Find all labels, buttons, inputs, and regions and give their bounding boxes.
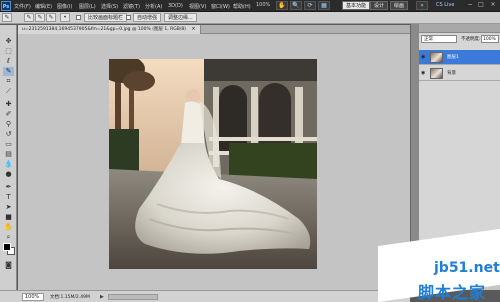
zoom-tool-icon[interactable]: ⌕: [3, 233, 14, 242]
document-tab[interactable]: u=2312591384,1694537905&fm=21&gp=0.jpg @…: [18, 25, 201, 34]
lasso-tool-icon[interactable]: ℓ: [3, 57, 14, 66]
more-workspaces-icon[interactable]: »: [416, 1, 428, 10]
bride-photo-illustration: [109, 59, 317, 269]
refine-edge-button[interactable]: 调整边缘...: [164, 13, 197, 22]
layers-panel-header: [419, 24, 500, 33]
pen-tool-icon[interactable]: ✒: [3, 183, 14, 192]
layer-row-layer1[interactable]: ◉ 图层1: [419, 50, 500, 65]
sample-all-layers-checkbox[interactable]: [76, 15, 81, 20]
options-bar: ✎ ✎ ✎ ✎ • 比较画面标题栏 自动增强 调整边缘...: [0, 12, 500, 24]
arrange-documents-icon[interactable]: ▦: [318, 1, 330, 10]
crop-tool-icon[interactable]: ⌗: [3, 77, 14, 86]
healing-brush-tool-icon[interactable]: ✚: [3, 100, 14, 109]
toolbox: ✥ ⬚ ℓ ✎ ⌗ ⟋ ✚ ✐ ⚲ ↺ ▭ ▤ 💧 ● ✒ T ➤ ■ ✋ ⌕ …: [0, 25, 17, 290]
minimize-icon[interactable]: −: [466, 1, 474, 9]
close-tab-icon[interactable]: ×: [191, 26, 195, 32]
status-menu-arrow-icon[interactable]: ▶: [100, 294, 104, 300]
menu-layer[interactable]: 图层(L): [79, 3, 96, 10]
status-bar: 100% 文档:1.15M/2.49M ▶: [0, 290, 410, 302]
subtract-selection-icon[interactable]: ✎: [46, 13, 56, 22]
menu-analysis[interactable]: 分析(A): [145, 3, 162, 10]
opacity-label: 不透明度:: [461, 37, 481, 42]
dodge-tool-icon[interactable]: ●: [3, 170, 14, 179]
layer-thumbnail: [430, 68, 443, 79]
horizontal-scrollbar[interactable]: [108, 294, 158, 300]
watermark-name: 脚本之家: [418, 283, 487, 302]
sample-all-layers-button[interactable]: 比较画面标题栏: [84, 13, 128, 22]
gradient-tool-icon[interactable]: ▤: [3, 150, 14, 159]
photoshop-logo: Ps: [1, 1, 11, 11]
path-selection-tool-icon[interactable]: ➤: [3, 203, 14, 212]
document-size: 文档:1.15M/2.49M: [50, 295, 90, 300]
maximize-icon[interactable]: □: [477, 1, 485, 9]
layer-thumbnail: [430, 52, 443, 63]
layer-row-background[interactable]: ◉ 背景: [419, 66, 500, 81]
clone-stamp-tool-icon[interactable]: ⚲: [3, 120, 14, 129]
zoom-level[interactable]: 100%: [256, 2, 270, 8]
close-icon[interactable]: ×: [489, 1, 497, 9]
watermark-site: jb51.net: [434, 260, 500, 276]
history-brush-tool-icon[interactable]: ↺: [3, 130, 14, 139]
zoom-tool-icon[interactable]: 🔍: [290, 1, 302, 10]
blend-mode-select[interactable]: 正常: [421, 35, 457, 43]
brush-size-icon[interactable]: •: [60, 13, 70, 22]
rotate-view-icon[interactable]: ⟳: [304, 1, 316, 10]
quick-selection-icon[interactable]: ✎: [2, 13, 12, 22]
visibility-eye-icon[interactable]: ◉: [421, 70, 427, 76]
brush-tool-icon[interactable]: ✐: [3, 110, 14, 119]
workspace-essentials-button[interactable]: 基本功能: [342, 1, 371, 10]
bride-photo[interactable]: [109, 59, 317, 269]
quick-selection-tool-icon[interactable]: ✎: [3, 67, 14, 76]
foreground-color-swatch[interactable]: [3, 243, 11, 251]
type-tool-icon[interactable]: T: [3, 193, 14, 202]
watermark: jb51.net 脚本之家: [378, 228, 500, 302]
auto-enhance-checkbox[interactable]: [126, 15, 131, 20]
cs-live-button[interactable]: CS Live: [436, 2, 454, 8]
menu-view[interactable]: 视图(V): [189, 3, 206, 10]
workspace-design-button[interactable]: 设计: [370, 1, 389, 10]
marquee-tool-icon[interactable]: ⬚: [3, 47, 14, 56]
hand-tool-icon[interactable]: ✋: [3, 223, 14, 232]
new-selection-icon[interactable]: ✎: [24, 13, 34, 22]
menu-window[interactable]: 窗口(W): [211, 3, 230, 10]
status-zoom-input[interactable]: 100%: [22, 293, 44, 301]
workspace-painting-button[interactable]: 绘画: [390, 1, 409, 10]
hand-tool-icon[interactable]: ✋: [276, 1, 288, 10]
menu-file[interactable]: 文件(F): [14, 3, 31, 10]
add-selection-icon[interactable]: ✎: [35, 13, 45, 22]
opacity-input[interactable]: 100%: [481, 35, 499, 43]
layer-name[interactable]: 图层1: [447, 54, 459, 60]
menu-image[interactable]: 图像(I): [57, 3, 72, 10]
shape-tool-icon[interactable]: ■: [3, 213, 14, 222]
eyedropper-tool-icon[interactable]: ⟋: [3, 87, 14, 96]
menu-filter[interactable]: 滤镜(T): [123, 3, 140, 10]
document-tab-bar: u=2312591384,1694537905&fm=21&gp=0.jpg @…: [18, 25, 410, 34]
menu-bar: Ps 文件(F) 编辑(E) 图像(I) 图层(L) 选择(S) 滤镜(T) 分…: [0, 0, 500, 12]
document-tab-title: u=2312591384,1694537905&fm=21&gp=0.jpg @…: [22, 27, 186, 32]
quick-mask-icon[interactable]: ◙: [3, 261, 14, 270]
auto-enhance-button[interactable]: 自动增强: [133, 13, 162, 22]
menu-help[interactable]: 帮助(H): [233, 3, 251, 10]
blur-tool-icon[interactable]: 💧: [3, 160, 14, 169]
eraser-tool-icon[interactable]: ▭: [3, 140, 14, 149]
menu-select[interactable]: 选择(S): [101, 3, 118, 10]
menu-edit[interactable]: 编辑(E): [35, 3, 52, 10]
layer-name[interactable]: 背景: [447, 70, 456, 76]
visibility-eye-icon[interactable]: ◉: [421, 54, 427, 60]
move-tool-icon[interactable]: ✥: [3, 37, 14, 46]
menu-3d[interactable]: 3D(D): [168, 3, 183, 9]
